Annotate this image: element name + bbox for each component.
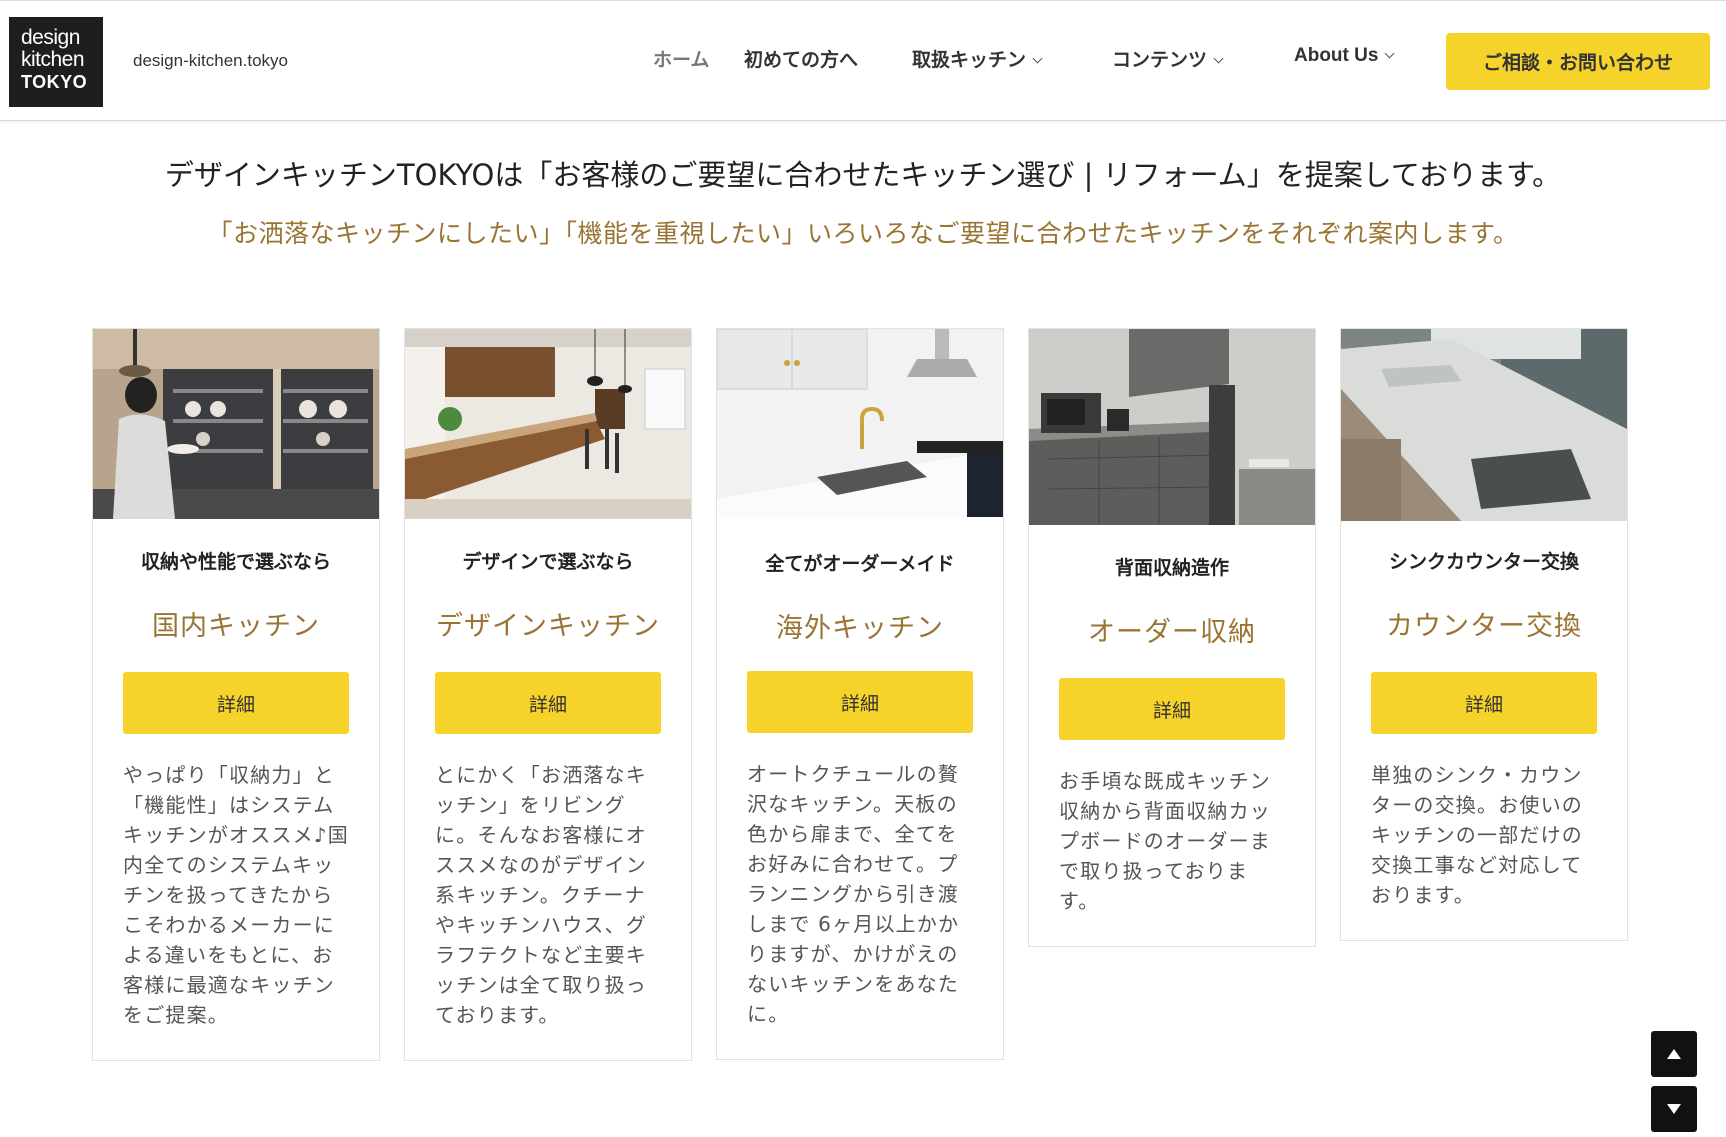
card-counter-replacement: シンクカウンター交換 カウンター交換 詳細 単独のシンク・カウンターの交換。お使…	[1340, 328, 1628, 941]
card-domestic-kitchen: 収納や性能で選ぶなら 国内キッチン 詳細 やっぱり「収納力」と「機能性」はシステ…	[92, 328, 380, 1061]
card-title[interactable]: 海外キッチン	[717, 606, 1003, 645]
card-design-kitchen: デザインで選ぶなら デザインキッチン 詳細 とにかく「お洒落なキッチン」をリビン…	[404, 328, 692, 1061]
card-subtitle: シンクカウンター交換	[1388, 551, 1579, 573]
details-button[interactable]: 詳細	[1371, 672, 1597, 734]
contact-button[interactable]: ご相談・お問い合わせ	[1446, 33, 1710, 90]
card-photo-counter	[1341, 329, 1627, 521]
details-button[interactable]: 詳細	[747, 671, 973, 733]
card-subtitle: 収納や性能で選ぶなら	[140, 551, 331, 573]
card-photo-design	[405, 329, 691, 519]
card-subtitle: デザインで選ぶなら	[462, 551, 634, 573]
card-photo-storage	[1029, 329, 1315, 525]
scroll-to-top-button[interactable]	[1651, 1031, 1697, 1077]
logo-line-2: kitchen	[21, 48, 85, 71]
card-title[interactable]: 国内キッチン	[93, 604, 379, 643]
card-description: オートクチュールの贅沢なキッチン。天板の色から扉まで、全てをお好みに合わせて。プ…	[747, 762, 960, 1026]
details-button[interactable]: 詳細	[1059, 678, 1285, 740]
scroll-to-bottom-button[interactable]	[1651, 1086, 1697, 1132]
nav-item-label: ホーム	[653, 49, 710, 71]
card-overseas-kitchen: 全てがオーダーメイド 海外キッチン 詳細 オートクチュールの贅沢なキッチン。天板…	[716, 328, 1004, 1060]
card-photo-domestic	[93, 329, 379, 519]
intro-headline: デザインキッチンTOKYOは「お客様のご要望に合わせたキッチン選び | リフォー…	[164, 158, 1562, 192]
triangle-down-icon	[1667, 1104, 1681, 1114]
nav-item-label: 初めての方へ	[744, 49, 859, 71]
card-subtitle: 背面収納造作	[1114, 557, 1229, 579]
card-title[interactable]: オーダー収納	[1029, 610, 1315, 649]
card-order-storage: 背面収納造作 オーダー収納 詳細 お手頃な既成キッチン収納から背面収納カップボー…	[1028, 328, 1316, 947]
nav-item-about[interactable]: About Us	[1294, 45, 1395, 67]
nav-item-contents[interactable]: コンテンツ	[1112, 45, 1224, 72]
card-photo-overseas	[717, 329, 1003, 519]
card-description: やっぱり「収納力」と「機能性」はシステムキッチンがオススメ♪国内全てのシステムキ…	[123, 763, 349, 1027]
card-title[interactable]: デザインキッチン	[405, 604, 691, 643]
nav-item-label: 取扱キッチン	[912, 49, 1027, 71]
intro-subline: 「お洒落なキッチンにしたい」「機能を重視したい」いろいろなご要望に合わせたキッチ…	[207, 219, 1519, 248]
chevron-down-icon	[1213, 53, 1224, 64]
chevron-down-icon	[1384, 48, 1395, 59]
details-button[interactable]: 詳細	[435, 672, 661, 734]
nav-item-label: コンテンツ	[1112, 49, 1208, 71]
nav-item-label: About Us	[1294, 45, 1379, 66]
chevron-down-icon	[1032, 53, 1043, 64]
logo-line-3: TOKYO	[21, 72, 88, 92]
card-description: とにかく「お洒落なキッチン」をリビングに。そんなお客様にオススメなのがデザイン系…	[435, 763, 647, 1027]
triangle-up-icon	[1667, 1049, 1681, 1059]
nav-item-first-time[interactable]: 初めての方へ	[744, 45, 858, 72]
logo-line-1: design	[21, 26, 80, 49]
card-subtitle: 全てがオーダーメイド	[765, 553, 955, 575]
card-description: 単独のシンク・カウンターの交換。お使いのキッチンの一部だけの交換工事など対応して…	[1371, 763, 1583, 907]
site-url: design-kitchen.tokyo	[133, 51, 288, 70]
card-description: お手頃な既成キッチン収納から背面収納カップボードのオーダーまで取り扱っております…	[1059, 769, 1271, 913]
details-button[interactable]: 詳細	[123, 672, 349, 734]
nav-item-home[interactable]: ホーム	[653, 45, 709, 72]
nav-item-kitchens[interactable]: 取扱キッチン	[912, 45, 1043, 72]
logo[interactable]: design kitchen TOKYO	[9, 17, 103, 107]
card-title[interactable]: カウンター交換	[1341, 604, 1627, 643]
site-header: design kitchen TOKYO design-kitchen.toky…	[0, 0, 1726, 121]
